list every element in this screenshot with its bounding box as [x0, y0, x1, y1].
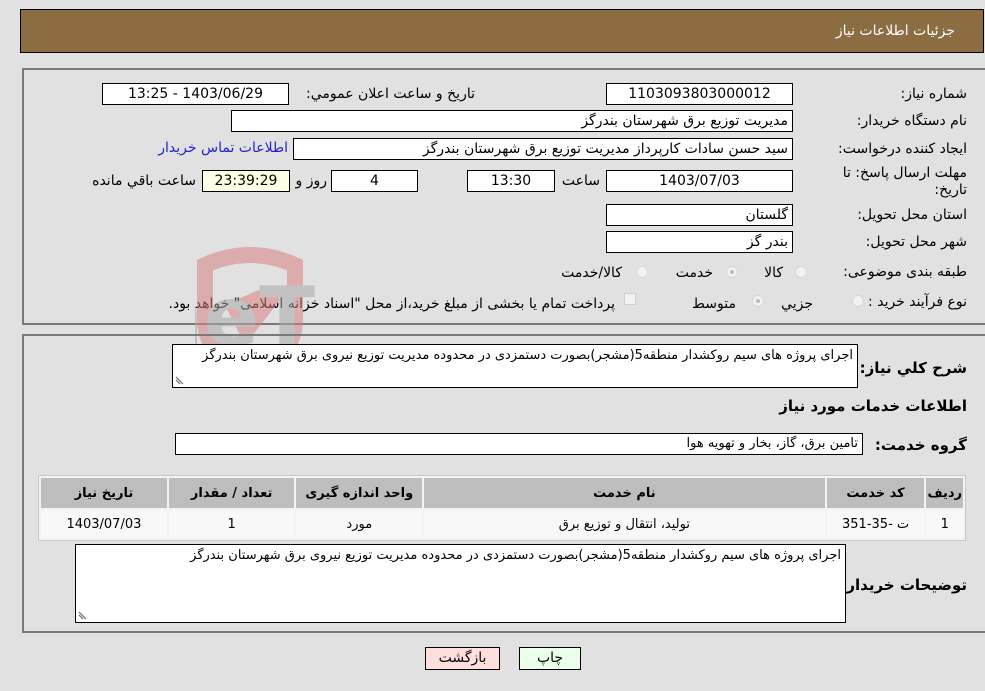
remaining-time-field: 23:39:29: [202, 170, 290, 192]
process-radio-minor[interactable]: [852, 295, 864, 307]
category-radio-goods[interactable]: [795, 266, 807, 278]
deadline-label: مهلت ارسال پاسخ: تا تاریخ:: [842, 165, 967, 198]
cell-service-code: ت -35-351: [826, 510, 925, 538]
deadline-time-field: 13:30: [467, 170, 555, 192]
back-button[interactable]: بازگشت: [425, 647, 500, 670]
buyer-org-field: مدیریت توزیع برق شهرستان بندرگز: [231, 110, 793, 132]
need-number-field: 1103093803000012: [606, 83, 793, 105]
creator-field: سید حسن سادات کارپرداز مدیریت توزیع برق …: [293, 138, 793, 160]
province-label: استان محل تحویل:: [857, 207, 967, 223]
table-row: 1 ت -35-351 تولید، انتقال و توزیع برق مو…: [41, 510, 963, 538]
need-number-label: شماره نیاز:: [900, 86, 968, 102]
treasury-note: پرداخت تمام یا بخشی از مبلغ خرید،از محل …: [168, 296, 615, 312]
buyer-org-label: نام دستگاه خریدار:: [856, 113, 967, 129]
page-header: جزئیات اطلاعات نیاز: [20, 9, 984, 53]
buyer-notes-textarea[interactable]: اجرای پروژه های سیم روکشدار منطقه5(مشجر)…: [75, 544, 846, 623]
process-option-minor: جزيي: [781, 296, 813, 312]
resize-grip-icon[interactable]: [78, 611, 87, 620]
province-field: گلستان: [606, 204, 793, 226]
days-label: روز و: [295, 173, 328, 189]
creator-label: ایجاد کننده درخواست:: [838, 141, 967, 157]
resize-grip-icon[interactable]: [175, 376, 184, 385]
deadline-date-field: 1403/07/03: [606, 170, 793, 192]
category-option-service: خدمت: [675, 265, 713, 281]
process-radio-medium[interactable]: [752, 295, 764, 307]
remaining-label: ساعت باقي مانده: [92, 173, 196, 189]
table-header-row: ردیف کد خدمت نام خدمت واحد اندازه گیری ت…: [41, 478, 963, 508]
col-service-name: نام خدمت: [424, 478, 825, 508]
category-option-goods: کالا: [764, 265, 783, 281]
col-unit: واحد اندازه گیری: [296, 478, 423, 508]
col-need-date: تاریخ نیاز: [41, 478, 167, 508]
cell-unit: مورد: [296, 510, 423, 538]
process-label: نوع فرآیند خرید :: [868, 294, 967, 310]
services-section-title: اطلاعات خدمات مورد نیاز: [779, 397, 967, 415]
buyer-contact-link[interactable]: اطلاعات تماس خریدار: [158, 140, 288, 156]
page-title: جزئیات اطلاعات نیاز: [835, 23, 955, 39]
buyer-notes-text: اجرای پروژه های سیم روکشدار منطقه5(مشجر)…: [190, 548, 841, 563]
services-table: ردیف کد خدمت نام خدمت واحد اندازه گیری ت…: [38, 475, 966, 541]
category-radio-service[interactable]: [726, 266, 738, 278]
process-option-medium: متوسط: [692, 296, 736, 312]
category-option-goods-service: کالا/خدمت: [561, 265, 622, 281]
service-group-label: گروه خدمت:: [874, 436, 967, 454]
announce-datetime-field: 1403/06/29 - 13:25: [102, 83, 289, 105]
service-group-field: تامین برق، گاز، بخار و تهویه هوا: [175, 433, 863, 455]
cell-quantity: 1: [168, 510, 295, 538]
buyer-notes-label: توضیحات خریدار:: [840, 576, 967, 594]
days-remaining-field: 4: [331, 170, 418, 192]
col-service-code: کد خدمت: [826, 478, 925, 508]
cell-need-date: 1403/07/03: [41, 510, 167, 538]
category-label: طبقه بندی موضوعی:: [843, 264, 967, 280]
cell-row-number: 1: [926, 510, 963, 538]
description-textarea[interactable]: اجرای پروژه های سیم روکشدار منطقه5(مشجر)…: [172, 344, 858, 388]
col-quantity: تعداد / مقدار: [168, 478, 295, 508]
announce-label: تاریخ و ساعت اعلان عمومي:: [306, 86, 475, 102]
city-label: شهر محل تحویل:: [865, 234, 967, 250]
treasury-checkbox[interactable]: [624, 293, 636, 305]
deadline-time-label: ساعت: [561, 173, 600, 189]
category-radio-goods-service[interactable]: [636, 266, 648, 278]
description-text: اجرای پروژه های سیم روکشدار منطقه5(مشجر)…: [202, 348, 853, 363]
print-button[interactable]: چاپ: [519, 647, 581, 670]
description-label: شرح کلي نیاز:: [859, 359, 967, 377]
col-row-number: ردیف: [926, 478, 963, 508]
city-field: بندر گز: [606, 231, 793, 253]
cell-service-name: تولید، انتقال و توزیع برق: [424, 510, 825, 538]
